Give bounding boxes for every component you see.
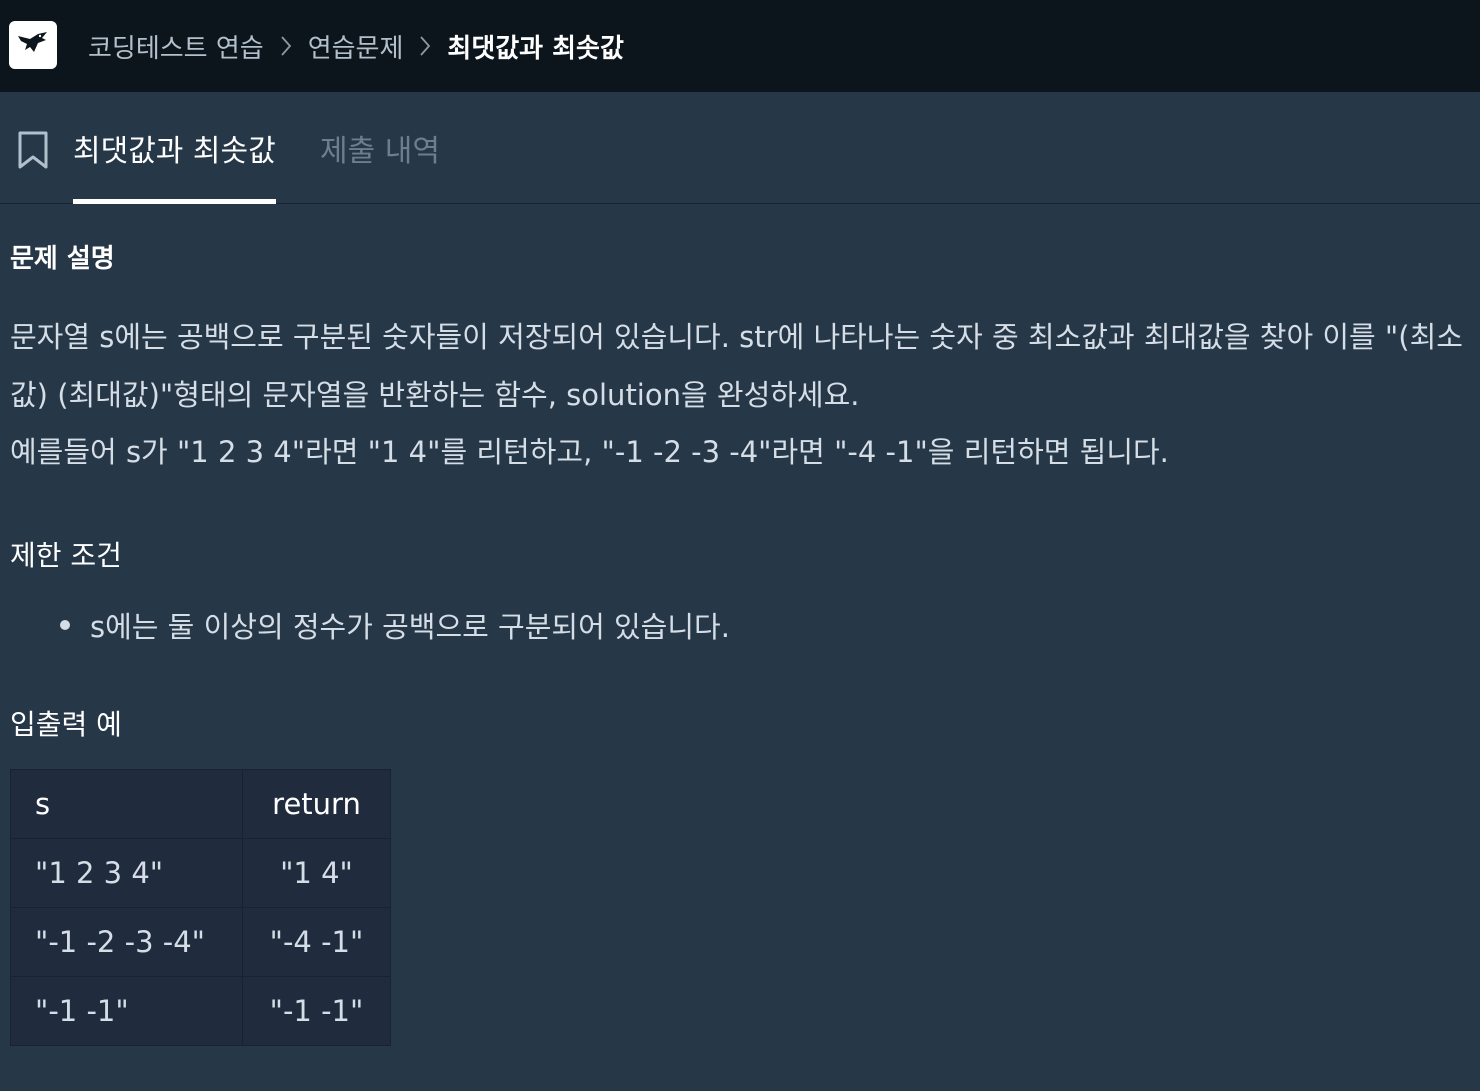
list-item: s에는 둘 이상의 정수가 공백으로 구분되어 있습니다.: [60, 604, 730, 646]
table-cell-s: "-1 -1": [10, 976, 243, 1046]
table-cell-s: "1 2 3 4": [10, 838, 243, 908]
problem-description: 문자열 s에는 공백으로 구분된 숫자들이 저장되어 있습니다. str에 나타…: [10, 309, 1470, 482]
breadcrumb-current-problem: 최댓값과 최솟값: [447, 33, 624, 64]
constraint-text: s에는 둘 이상의 정수가 공백으로 구분되어 있습니다.: [90, 610, 730, 644]
examples-table: s return "1 2 3 4" "1 4" "-1 -2 -3 -4" "…: [10, 769, 391, 1046]
tab-submission-history[interactable]: 제출 내역: [320, 92, 440, 203]
breadcrumb: 코딩테스트 연습 연습문제 최댓값과 최솟값: [88, 0, 624, 92]
constraints-heading: 제한 조건: [10, 539, 122, 572]
table-row: "-1 -2 -3 -4" "-4 -1": [10, 907, 391, 977]
table-row: "-1 -1" "-1 -1": [10, 976, 391, 1046]
table-cell-return: "-4 -1": [242, 907, 391, 977]
table-header-row: s return: [10, 769, 391, 839]
bookmark-icon[interactable]: [17, 130, 49, 170]
top-navigation-bar: 코딩테스트 연습 연습문제 최댓값과 최솟값: [0, 0, 1480, 92]
description-paragraph: 예를들어 s가 "1 2 3 4"라면 "1 4"를 리턴하고, "-1 -2 …: [10, 435, 1169, 469]
column-header-return: return: [242, 769, 391, 839]
chevron-right-icon: [403, 35, 447, 57]
description-paragraph: 문자열 s에는 공백으로 구분된 숫자들이 저장되어 있습니다. str에 나타…: [10, 320, 1463, 412]
table-cell-s: "-1 -2 -3 -4": [10, 907, 243, 977]
chevron-right-icon: [264, 35, 308, 57]
bullet-icon: [60, 620, 70, 630]
breadcrumb-coding-test[interactable]: 코딩테스트 연습: [88, 28, 264, 65]
table-cell-return: "-1 -1": [242, 976, 391, 1046]
breadcrumb-practice-problems[interactable]: 연습문제: [308, 28, 404, 65]
tab-bar: 최댓값과 최솟값 제출 내역: [0, 92, 1480, 204]
examples-heading: 입출력 예: [10, 708, 122, 741]
hummingbird-logo-icon[interactable]: [9, 21, 57, 69]
column-header-s: s: [10, 769, 243, 839]
constraints-list: s에는 둘 이상의 정수가 공백으로 구분되어 있습니다.: [60, 604, 730, 646]
tab-problem[interactable]: 최댓값과 최솟값: [73, 92, 276, 204]
table-cell-return: "1 4": [242, 838, 391, 908]
table-row: "1 2 3 4" "1 4": [10, 838, 391, 908]
problem-description-heading: 문제 설명: [10, 244, 115, 274]
